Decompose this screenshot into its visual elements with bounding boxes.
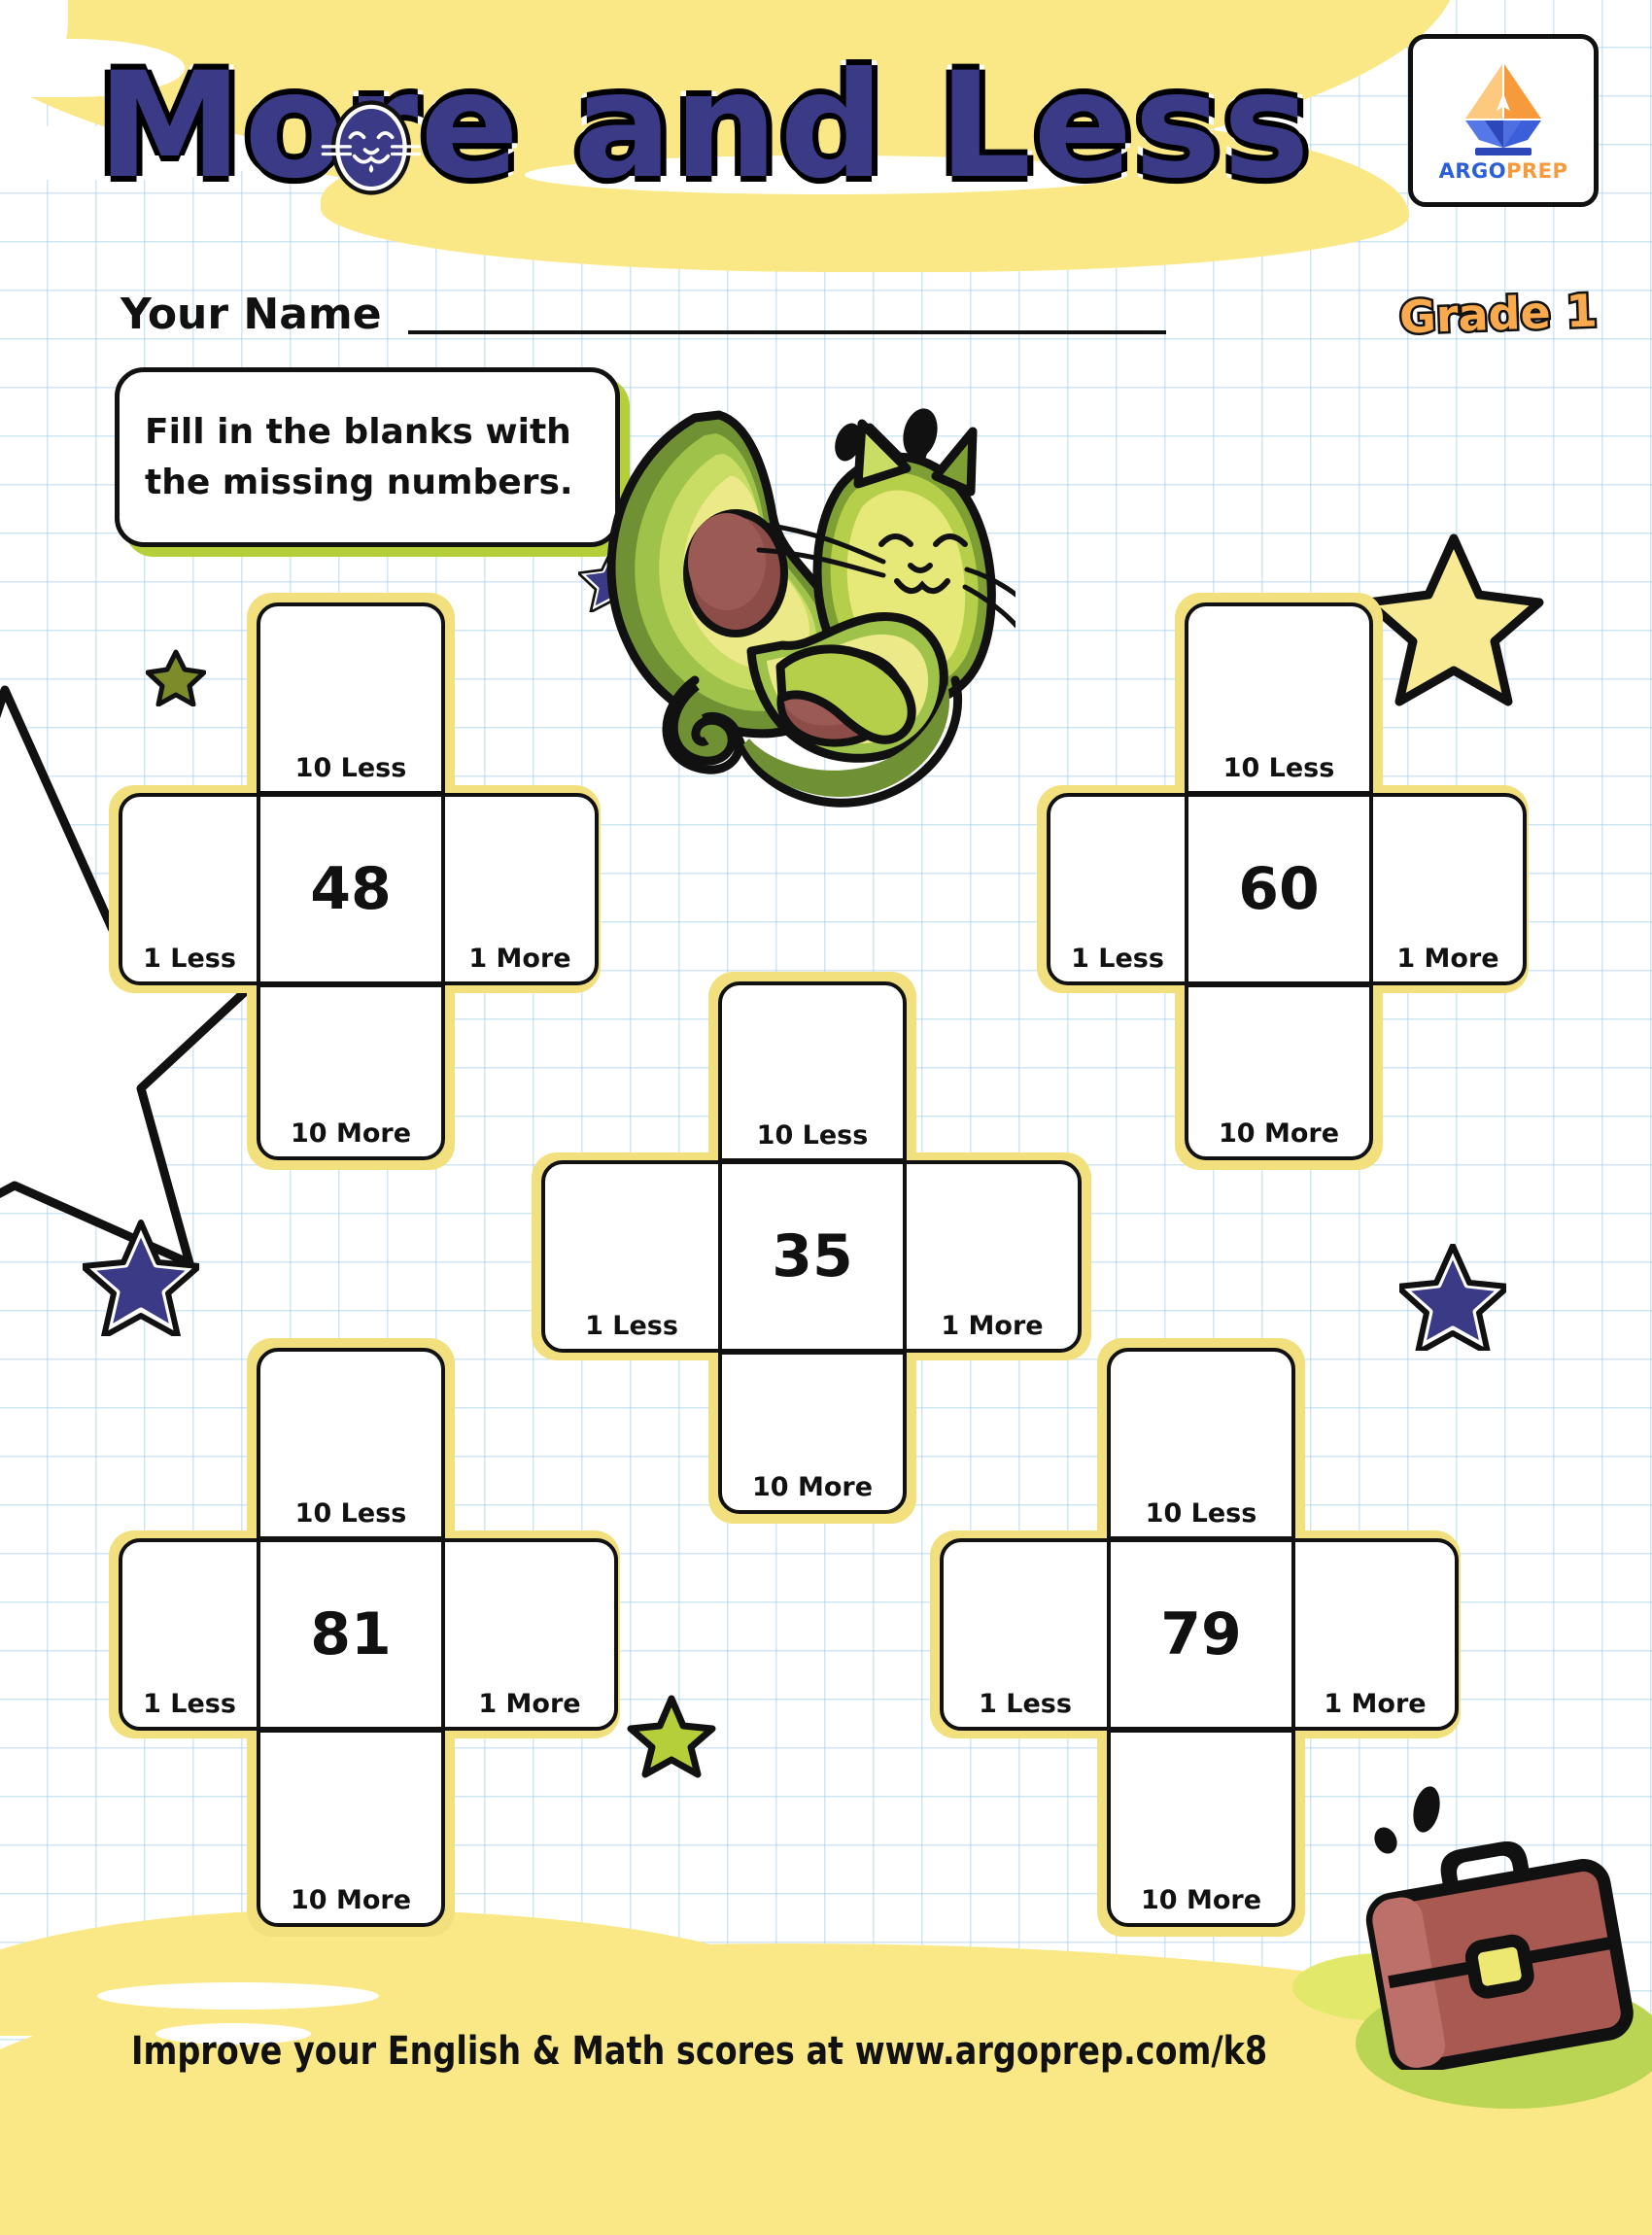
cell-label: 1 More	[1396, 944, 1499, 974]
answer-cell-ten-less[interactable]: 10 Less	[718, 981, 907, 1162]
cell-label: 1 Less	[143, 1689, 236, 1719]
answer-cell-one-more[interactable]: 1 More	[441, 1538, 618, 1731]
cell-label: 1 Less	[143, 944, 236, 974]
sailboat-pen-icon	[1465, 64, 1541, 155]
cell-label: 1 Less	[585, 1311, 678, 1341]
cell-label: 10 Less	[294, 1498, 407, 1529]
answer-cell-ten-less[interactable]: 10 Less	[1107, 1348, 1295, 1540]
center-number: 35	[772, 1222, 853, 1290]
page-title-text: More and Less	[92, 37, 1315, 216]
problem-cross-2: 10 Less 1 Less 60 1 More 10 More	[1037, 593, 1531, 1170]
center-cell: 79	[1107, 1538, 1295, 1731]
cell-label: 10 More	[290, 1118, 412, 1149]
answer-cell-one-more[interactable]: 1 More	[903, 1160, 1082, 1353]
logo-prep-text: PREP	[1506, 159, 1568, 183]
answer-cell-one-less[interactable]: 1 Less	[119, 1538, 260, 1731]
cell-label: 10 More	[290, 1885, 412, 1915]
cell-label: 10 More	[751, 1472, 874, 1502]
answer-cell-ten-less[interactable]: 10 Less	[257, 1348, 445, 1540]
answer-cell-ten-more[interactable]: 10 More	[1107, 1729, 1295, 1927]
argoprep-logo: ARGOPREP	[1408, 34, 1599, 207]
center-cell: 60	[1185, 793, 1373, 985]
cell-label: 1 Less	[979, 1689, 1072, 1719]
cell-label: 1 More	[468, 944, 571, 974]
argoprep-wordmark: ARGOPREP	[1439, 159, 1568, 183]
answer-cell-one-more[interactable]: 1 More	[1291, 1538, 1459, 1731]
navy-star-decoration	[83, 1220, 199, 1336]
instruction-text: Fill in the blanks with the missing numb…	[145, 411, 573, 502]
briefcase-icon	[1365, 1841, 1634, 2070]
center-number: 60	[1238, 855, 1320, 923]
answer-cell-one-less[interactable]: 1 Less	[119, 793, 260, 985]
cell-label: 1 More	[941, 1311, 1044, 1341]
cell-label: 10 More	[1140, 1885, 1262, 1915]
answer-cell-ten-less[interactable]: 10 Less	[1185, 602, 1373, 795]
answer-cell-ten-less[interactable]: 10 Less	[257, 602, 445, 795]
center-cell: 35	[718, 1160, 907, 1353]
cell-label: 10 Less	[1145, 1498, 1257, 1529]
answer-cell-one-less[interactable]: 1 Less	[541, 1160, 722, 1353]
grade-badge: Grade 1	[1396, 282, 1600, 346]
answer-cell-ten-more[interactable]: 10 More	[1185, 983, 1373, 1160]
avocado-cat-mascot	[606, 410, 1015, 808]
cell-label: 10 Less	[1222, 753, 1335, 783]
answer-cell-ten-more[interactable]: 10 More	[718, 1351, 907, 1514]
cat-face-icon	[321, 100, 422, 195]
center-number: 79	[1160, 1600, 1242, 1668]
name-input-line[interactable]	[408, 330, 1166, 334]
answer-cell-ten-more[interactable]: 10 More	[257, 983, 445, 1160]
name-field-label: Your Name	[120, 290, 382, 339]
cell-label: 10 More	[1218, 1118, 1340, 1149]
instruction-box: Fill in the blanks with the missing numb…	[115, 367, 620, 547]
navy-star-decoration	[1399, 1244, 1506, 1351]
answer-cell-one-more[interactable]: 1 More	[1369, 793, 1527, 985]
problem-cross-4: 10 Less 1 Less 81 1 More 10 More	[109, 1338, 622, 1937]
center-number: 48	[310, 855, 392, 923]
lime-star-decoration	[627, 1695, 716, 1778]
splash-notch	[97, 1982, 379, 2010]
cell-label: 1 Less	[1071, 944, 1164, 974]
answer-cell-ten-more[interactable]: 10 More	[257, 1729, 445, 1927]
cell-label: 10 Less	[756, 1120, 869, 1151]
problem-cross-1: 10 Less 1 Less 48 1 More 10 More	[109, 593, 602, 1170]
cell-label: 1 More	[1324, 1689, 1427, 1719]
page-title: More and Less	[92, 37, 1390, 216]
center-number: 81	[310, 1600, 392, 1668]
answer-cell-one-less[interactable]: 1 Less	[940, 1538, 1111, 1731]
center-cell: 81	[257, 1538, 445, 1731]
answer-cell-one-less[interactable]: 1 Less	[1047, 793, 1188, 985]
logo-argo-text: ARGO	[1438, 159, 1507, 183]
answer-cell-one-more[interactable]: 1 More	[441, 793, 599, 985]
center-cell: 48	[257, 793, 445, 985]
footer-text: Improve your English & Math scores at ww…	[131, 2029, 1268, 2074]
cell-label: 1 More	[478, 1689, 581, 1719]
cell-label: 10 Less	[294, 753, 407, 783]
